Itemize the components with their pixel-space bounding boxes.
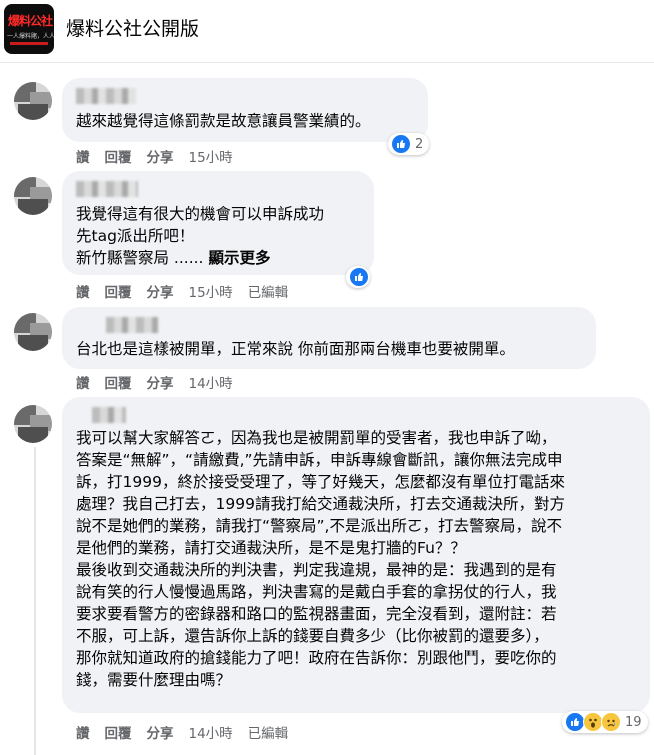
comment: 越來越覺得這條罰款是故意讓員警業績的。 2 讚回覆 分享 15小時 bbox=[0, 62, 654, 172]
comment-line: 新竹縣警察局 ...... bbox=[76, 249, 204, 267]
like-button[interactable]: 讚 bbox=[76, 146, 90, 166]
comment-text: 越來越覺得這條罰款是故意讓員警業績的。 bbox=[76, 110, 371, 132]
comment-line: 要求要看警方的密錄器和路口的監視器畫面，完全沒看到，還附註：若 bbox=[76, 605, 557, 623]
comment-timestamp[interactable]: 14小時 bbox=[189, 722, 233, 742]
comment: 我可以幫大家解答ㄛ，因為我也是被開罰單的受害者，我也申訴了呦， 答案是“無解”，… bbox=[0, 395, 654, 755]
comment-bubble: 我可以幫大家解答ㄛ，因為我也是被開罰單的受害者，我也申訴了呦， 答案是“無解”，… bbox=[62, 397, 650, 713]
comment-line: 錢，需要什麼理由嗎？ bbox=[76, 671, 232, 689]
reaction-count: 19 bbox=[625, 714, 642, 730]
avatar[interactable] bbox=[14, 82, 52, 120]
edited-label: 已編輯 bbox=[247, 726, 289, 742]
comment-actions: 讚回覆 分享 14小時 bbox=[76, 372, 248, 392]
comment-line: 最後收到交通裁決所的判決書，判定我違規，最神的是：我遇到的是有 bbox=[76, 561, 557, 579]
like-button[interactable]: 讚 bbox=[76, 281, 90, 301]
reaction-summary[interactable] bbox=[346, 266, 370, 288]
comment-actions: 讚回覆 分享 15小時 已編輯 bbox=[76, 281, 303, 301]
page-logo[interactable]: 爆料公社 一人爆料賭，人人爆料 bbox=[4, 4, 54, 54]
avatar[interactable] bbox=[14, 177, 52, 215]
see-more-link[interactable]: 顯示更多 bbox=[208, 249, 270, 267]
like-icon bbox=[349, 267, 369, 287]
commenter-name[interactable] bbox=[76, 181, 138, 197]
logo-bar bbox=[10, 42, 48, 45]
sad-icon bbox=[601, 712, 621, 732]
commenter-name[interactable] bbox=[106, 317, 158, 333]
reaction-summary[interactable]: 2 bbox=[388, 133, 430, 155]
like-button[interactable]: 讚 bbox=[76, 722, 90, 742]
comment-line: 那你就知道政府的搶錢能力了吧！政府在告訴你：別跟他鬥，要吃你的 bbox=[76, 649, 557, 667]
page-title[interactable]: 爆料公社公開版 bbox=[66, 14, 199, 41]
avatar[interactable] bbox=[14, 313, 52, 351]
like-icon bbox=[565, 712, 585, 732]
share-button[interactable]: 分享 bbox=[147, 722, 174, 742]
comment-actions: 讚回覆 分享 14小時 已編輯 bbox=[76, 722, 303, 742]
comment-timestamp[interactable]: 14小時 bbox=[189, 372, 233, 392]
comment-timestamp[interactable]: 15小時 bbox=[189, 281, 233, 301]
comment: 我覺得這有很大的機會可以申訴成功 先tag派出所吧！ 新竹縣警察局 ......… bbox=[0, 165, 654, 305]
like-button[interactable]: 讚 bbox=[76, 372, 90, 392]
avatar[interactable] bbox=[14, 405, 52, 443]
logo-subtitle: 一人爆料賭，人人爆料 bbox=[7, 33, 54, 40]
comment: 台北也是這樣被開單，正常來說 你前面那兩台機車也要被開單。 讚回覆 分享 14小時 bbox=[0, 305, 654, 395]
comment-line: 先tag派出所吧！ bbox=[76, 227, 195, 245]
comment-text: 我覺得這有很大的機會可以申訴成功 先tag派出所吧！ 新竹縣警察局 ......… bbox=[76, 203, 324, 269]
comment-text: 台北也是這樣被開單，正常來說 你前面那兩台機車也要被開單。 bbox=[76, 338, 515, 360]
comment-line: 我覺得這有很大的機會可以申訴成功 bbox=[76, 205, 325, 223]
share-button[interactable]: 分享 bbox=[147, 146, 174, 166]
logo-title: 爆料公社 bbox=[8, 14, 53, 28]
comment-bubble: 台北也是這樣被開單，正常來說 你前面那兩台機車也要被開單。 bbox=[62, 307, 596, 369]
page-header: 爆料公社 一人爆料賭，人人爆料 爆料公社公開版 bbox=[0, 0, 654, 63]
comment-line: 說不是她們的業務，請我打“警察局”,不是派出所ㄛ，打去警察局，說不 bbox=[76, 517, 562, 535]
reply-button[interactable]: 回覆 bbox=[105, 281, 132, 301]
reply-button[interactable]: 回覆 bbox=[105, 722, 132, 742]
reply-button[interactable]: 回覆 bbox=[105, 146, 132, 166]
comment-line: 說有笑的行人慢慢過馬路，判決書寫的是戴白手套的拿拐仗的行人，我 bbox=[76, 583, 557, 601]
comment-line: 台北也是這樣被開單，正常來說 你前面那兩台機車也要被開單。 bbox=[76, 340, 515, 358]
like-icon bbox=[391, 134, 411, 154]
comment-line: 我可以幫大家解答ㄛ，因為我也是被開罰單的受害者，我也申訴了呦， bbox=[76, 429, 557, 447]
edited-label: 已編輯 bbox=[247, 285, 289, 301]
reply-button[interactable]: 回覆 bbox=[105, 372, 132, 392]
comment-line: 越來越覺得這條罰款是故意讓員警業績的。 bbox=[76, 112, 371, 130]
comment-line: 答案是“無解”，“請繳費,”先請申訴，申訴專線會斷訊，讓你無法完成申 bbox=[76, 451, 563, 469]
comment-bubble: 我覺得這有很大的機會可以申訴成功 先tag派出所吧！ 新竹縣警察局 ......… bbox=[62, 171, 374, 275]
share-button[interactable]: 分享 bbox=[147, 372, 174, 392]
comment-line: 不服，可上訴，還告訴你上訴的錢要自費多少（比你被罰的還要多）， bbox=[76, 627, 549, 645]
comment-line: 訴，打1999，終於接受受理了，等了好幾天，怎麼都沒有單位打電話來 bbox=[76, 473, 565, 491]
reaction-count: 2 bbox=[415, 136, 424, 152]
comment-timestamp[interactable]: 15小時 bbox=[189, 146, 233, 166]
share-button[interactable]: 分享 bbox=[147, 281, 174, 301]
reaction-summary[interactable]: 19 bbox=[562, 711, 648, 733]
comment-line: 處理？我自己打去，1999請我打給交通裁決所，打去交通裁決所，對方 bbox=[76, 495, 565, 513]
wow-icon bbox=[583, 712, 603, 732]
comment-bubble: 越來越覺得這條罰款是故意讓員警業績的。 bbox=[62, 78, 428, 142]
commenter-name[interactable] bbox=[92, 407, 126, 423]
comment-line: 是他們的業務，請打交通裁決所，是不是鬼打牆的Fu？？ bbox=[76, 539, 466, 557]
reply-thread-line bbox=[34, 447, 36, 755]
comment-text: 我可以幫大家解答ㄛ，因為我也是被開罰單的受害者，我也申訴了呦， 答案是“無解”，… bbox=[76, 427, 565, 691]
commenter-name[interactable] bbox=[76, 88, 136, 104]
comment-actions: 讚回覆 分享 15小時 bbox=[76, 146, 248, 166]
